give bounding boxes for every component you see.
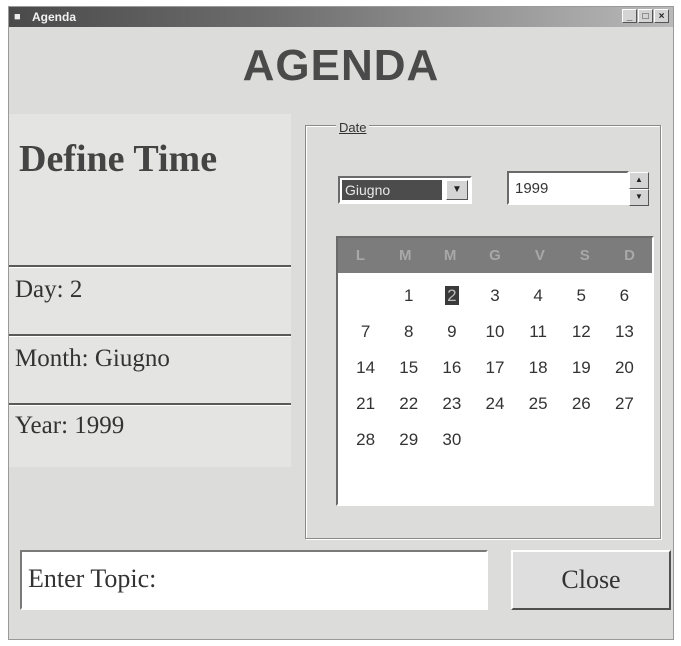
calendar-day[interactable]: 25 <box>517 386 560 422</box>
topic-input-label: Enter Topic: <box>28 564 157 593</box>
title-bar[interactable]: ■ Agenda _ □ × <box>9 7 673 27</box>
year-input[interactable]: 1999 <box>507 171 629 205</box>
year-input-value: 1999 <box>515 180 549 197</box>
weekday-label: M <box>443 247 457 264</box>
calendar-day[interactable]: 28 <box>344 422 387 458</box>
close-window-button[interactable]: × <box>654 9 669 23</box>
app-icon[interactable]: ■ <box>14 11 28 23</box>
calendar-day[interactable]: 7 <box>344 314 387 350</box>
calendar-day[interactable]: 20 <box>603 350 646 386</box>
calendar-day[interactable]: 2 <box>430 278 473 314</box>
calendar-day[interactable]: 14 <box>344 350 387 386</box>
calendar-day[interactable]: 13 <box>603 314 646 350</box>
month-dropdown-value: Giugno <box>342 180 442 200</box>
calendar-day[interactable]: 4 <box>517 278 560 314</box>
calendar-empty-cell <box>473 422 516 458</box>
weekday-label: G <box>489 247 501 264</box>
calendar-empty-cell <box>344 278 387 314</box>
year-spinner[interactable]: ▲ ▼ <box>629 172 649 206</box>
window-controls: _ □ × <box>622 9 669 23</box>
chevron-down-icon[interactable]: ▼ <box>446 180 468 200</box>
calendar-day[interactable]: 1 <box>387 278 430 314</box>
calendar-day[interactable]: 23 <box>430 386 473 422</box>
calendar-day[interactable]: 30 <box>430 422 473 458</box>
agenda-window: ■ Agenda _ □ × AGENDA Define Time Day: 2… <box>8 6 674 640</box>
close-button[interactable]: Close <box>511 550 671 610</box>
window-title: Agenda <box>32 10 77 24</box>
calendar-empty-cell <box>603 422 646 458</box>
maximize-button[interactable]: □ <box>638 9 653 23</box>
calendar-day[interactable]: 8 <box>387 314 430 350</box>
chevron-up-icon[interactable]: ▲ <box>629 172 649 189</box>
calendar-day[interactable]: 19 <box>560 350 603 386</box>
calendar-empty-cell <box>517 422 560 458</box>
calendar-days-grid: 1 2 3 4 5 6 7 8 9 10 11 12 13 14 15 16 17 18 19 20 21 22 23 24 2… <box>344 278 646 458</box>
calendar-day[interactable]: 17 <box>473 350 516 386</box>
day-label: Day: 2 <box>15 276 83 303</box>
calendar-day[interactable]: 3 <box>473 278 516 314</box>
calendar-day[interactable]: 27 <box>603 386 646 422</box>
topic-input[interactable]: Enter Topic: <box>20 550 488 610</box>
calendar-day[interactable]: 12 <box>560 314 603 350</box>
month-calendar[interactable]: LMMGVSD 1 2 3 4 5 6 7 8 9 10 11 12 13 14 15 16 17 18 19 20 2… <box>336 236 654 506</box>
calendar-day[interactable]: 24 <box>473 386 516 422</box>
agenda-title: AGENDA <box>242 41 440 90</box>
calendar-day[interactable]: 21 <box>344 386 387 422</box>
calendar-day[interactable]: 26 <box>560 386 603 422</box>
month-dropdown[interactable]: Giugno ▼ <box>338 176 472 204</box>
weekday-header: LMMGVSD <box>338 238 652 273</box>
define-time-heading: Define Time <box>19 138 218 180</box>
calendar-day[interactable]: 22 <box>387 386 430 422</box>
calendar-day[interactable]: 10 <box>473 314 516 350</box>
weekday-label: L <box>355 247 365 264</box>
month-label: Month: Giugno <box>15 345 170 372</box>
calendar-day[interactable]: 18 <box>517 350 560 386</box>
calendar-day[interactable]: 29 <box>387 422 430 458</box>
weekday-label: V <box>534 247 545 264</box>
weekday-label: D <box>624 247 635 264</box>
divider <box>9 265 291 268</box>
calendar-day[interactable]: 11 <box>517 314 560 350</box>
calendar-day[interactable]: 9 <box>430 314 473 350</box>
weekday-label: M <box>399 247 412 264</box>
calendar-day[interactable]: 16 <box>430 350 473 386</box>
minimize-button[interactable]: _ <box>622 9 637 23</box>
chevron-down-icon[interactable]: ▼ <box>629 189 649 206</box>
divider <box>9 403 291 406</box>
calendar-day[interactable]: 5 <box>560 278 603 314</box>
calendar-empty-cell <box>560 422 603 458</box>
divider <box>9 334 291 337</box>
calendar-day[interactable]: 6 <box>603 278 646 314</box>
date-group-legend: Date <box>336 120 370 135</box>
calendar-day[interactable]: 15 <box>387 350 430 386</box>
year-label: Year: 1999 <box>15 412 125 439</box>
weekday-label: S <box>579 247 590 264</box>
